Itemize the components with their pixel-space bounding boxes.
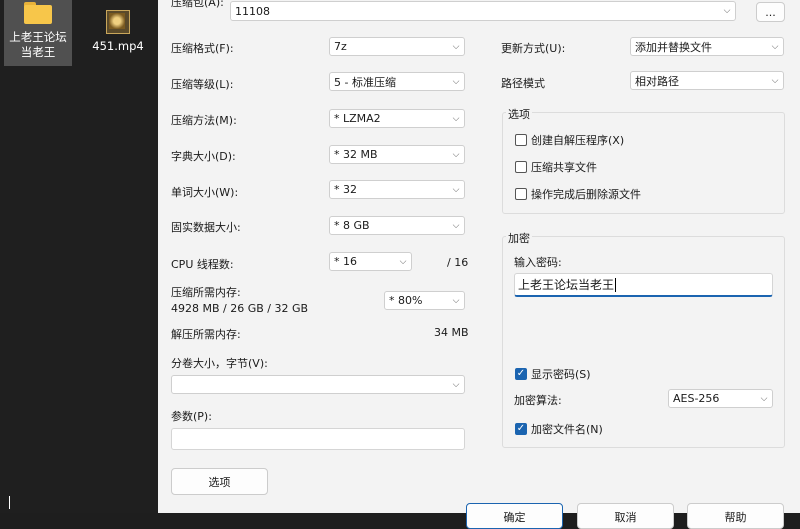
chevron-down-icon: ⌵ (452, 76, 460, 87)
encryption-method-value: AES-256 (673, 392, 720, 405)
level-value: 5 - 标准压缩 (334, 75, 396, 89)
parameters-label: 参数(P): (171, 410, 212, 423)
path-mode-value: 相对路径 (635, 74, 679, 88)
memory-percent-value: * 80% (389, 294, 423, 307)
archive-label: 压缩包(A): (171, 0, 224, 9)
archive-path-value: 11108 (235, 4, 270, 18)
archive-path-combo[interactable]: 11108 ⌵ (230, 1, 736, 21)
options-button[interactable]: 选项 (171, 468, 268, 495)
browse-button[interactable]: ... (756, 2, 785, 22)
level-select[interactable]: 5 - 标准压缩 ⌵ (329, 72, 465, 91)
split-volume-label: 分卷大小，字节(V): (171, 357, 268, 370)
method-select[interactable]: * LZMA2 ⌵ (329, 109, 465, 128)
cancel-button[interactable]: 取消 (577, 503, 674, 529)
password-value: 上老王论坛当老王 (518, 278, 615, 292)
chevron-down-icon: ⌵ (452, 220, 460, 231)
cpu-threads-select[interactable]: * 16 ⌵ (329, 252, 412, 271)
format-select[interactable]: 7z ⌵ (329, 37, 465, 56)
chevron-down-icon: ⌵ (452, 295, 460, 306)
level-label: 压缩等级(L): (171, 78, 234, 91)
chevron-down-icon: ⌵ (399, 256, 407, 267)
word-size-label: 单词大小(W): (171, 186, 239, 199)
solid-size-label: 固实数据大小: (171, 221, 241, 234)
options-group-title: 选项 (506, 106, 532, 122)
desktop-folder-label: 上老王论坛当老王 (9, 30, 67, 59)
dictionary-label: 字典大小(D): (171, 150, 236, 163)
solid-size-select[interactable]: * 8 GB ⌵ (329, 216, 465, 235)
encryption-method-select[interactable]: AES-256 ⌵ (668, 389, 773, 408)
memory-percent-select[interactable]: * 80% ⌵ (384, 291, 465, 310)
method-value: * LZMA2 (334, 112, 381, 125)
update-mode-value: 添加并替换文件 (635, 40, 712, 54)
dictionary-select[interactable]: * 32 MB ⌵ (329, 145, 465, 164)
memory-label: 压缩所需内存: (171, 286, 241, 299)
cancel-label: 取消 (614, 511, 637, 524)
desktop: 上老王论坛当老王 451.mp4 (0, 0, 158, 513)
add-to-archive-dialog: 压缩包(A): 11108 ⌵ ... 压缩格式(F): 7z ⌵ 压缩等级(L)… (158, 0, 800, 529)
chevron-down-icon: ⌵ (771, 41, 779, 52)
checkmark-icon[interactable]: ✓ (515, 423, 527, 435)
memory-value: 4928 MB / 26 GB / 32 GB (171, 302, 309, 315)
format-label: 压缩格式(F): (171, 42, 234, 55)
word-size-value: * 32 (334, 183, 357, 196)
ok-button[interactable]: 确定 (466, 503, 563, 529)
encryption-method-label: 加密算法: (514, 394, 562, 407)
create-sfx-checkbox[interactable]: 创建自解压程序(X) (515, 132, 624, 148)
password-label: 输入密码: (514, 256, 562, 269)
video-file-icon (106, 10, 130, 34)
decompress-memory-value: 34 MB (434, 326, 469, 339)
split-volume-combo[interactable]: ⌵ (171, 375, 465, 394)
chevron-down-icon: ⌵ (452, 113, 460, 124)
checkbox-box[interactable] (515, 134, 527, 146)
decompress-memory-label: 解压所需内存: (171, 328, 241, 341)
chevron-down-icon[interactable]: ⌵ (719, 3, 735, 20)
compress-shared-label: 压缩共享文件 (531, 161, 597, 174)
ok-label: 确定 (503, 511, 526, 524)
update-mode-select[interactable]: 添加并替换文件 ⌵ (630, 37, 784, 56)
desktop-video-label: 451.mp4 (92, 39, 144, 53)
chevron-down-icon: ⌵ (760, 393, 768, 404)
text-caret (615, 277, 617, 292)
delete-after-label: 操作完成后删除源文件 (531, 188, 641, 201)
update-mode-label: 更新方式(U): (501, 42, 566, 55)
chevron-down-icon: ⌵ (452, 41, 460, 52)
word-size-select[interactable]: * 32 ⌵ (329, 180, 465, 199)
method-label: 压缩方法(M): (171, 114, 237, 127)
compress-shared-checkbox[interactable]: 压缩共享文件 (515, 159, 597, 175)
show-password-label: 显示密码(S) (531, 368, 591, 381)
delete-after-checkbox[interactable]: 操作完成后删除源文件 (515, 186, 641, 202)
dictionary-value: * 32 MB (334, 148, 378, 161)
cpu-threads-value: * 16 (334, 255, 357, 268)
desktop-video-item[interactable]: 451.mp4 (80, 8, 156, 54)
cpu-threads-label: CPU 线程数: (171, 258, 234, 271)
path-mode-select[interactable]: 相对路径 ⌵ (630, 71, 784, 90)
create-sfx-label: 创建自解压程序(X) (531, 134, 625, 147)
checkbox-box[interactable] (515, 161, 527, 173)
password-input[interactable]: 上老王论坛当老王 (514, 273, 773, 297)
folder-icon (24, 2, 52, 24)
solid-size-value: * 8 GB (334, 219, 370, 232)
chevron-down-icon: ⌵ (452, 379, 460, 390)
desktop-folder-item[interactable]: 上老王论坛当老王 (4, 0, 72, 66)
show-password-checkbox[interactable]: ✓ 显示密码(S) (515, 366, 591, 382)
path-mode-label: 路径模式 (501, 77, 545, 90)
text-cursor (9, 496, 10, 509)
chevron-down-icon: ⌵ (771, 75, 779, 86)
chevron-down-icon: ⌵ (452, 149, 460, 160)
help-label: 帮助 (724, 511, 747, 524)
chevron-down-icon: ⌵ (452, 184, 460, 195)
cpu-threads-total: / 16 (447, 256, 469, 269)
format-value: 7z (334, 40, 347, 53)
checkbox-box[interactable] (515, 188, 527, 200)
parameters-input[interactable] (171, 428, 465, 450)
encrypt-names-checkbox[interactable]: ✓ 加密文件名(N) (515, 421, 603, 437)
encrypt-names-label: 加密文件名(N) (531, 423, 603, 436)
checkmark-icon[interactable]: ✓ (515, 368, 527, 380)
encryption-group-title: 加密 (506, 230, 532, 246)
help-button[interactable]: 帮助 (687, 503, 784, 529)
